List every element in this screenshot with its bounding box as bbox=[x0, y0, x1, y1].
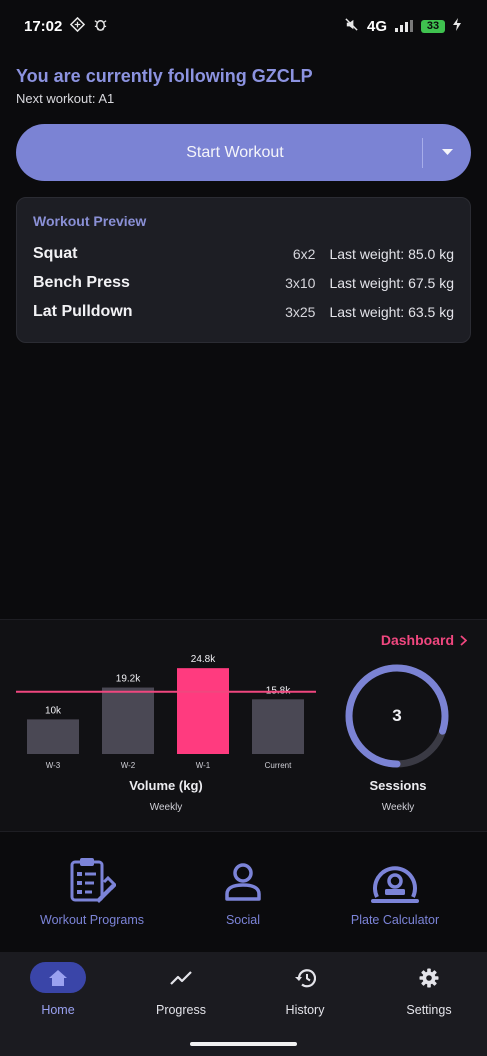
workout-preview-card: Workout Preview Squat 6x2 Last weight: 8… bbox=[16, 197, 471, 343]
signal-icon bbox=[395, 20, 413, 32]
stats-panel: Dashboard 10kW-319.2kW-224.8kW-115.8kCur… bbox=[0, 619, 487, 832]
sessions-subtitle: Weekly bbox=[381, 802, 415, 813]
social-label[interactable]: Social bbox=[226, 913, 260, 927]
nav-history[interactable]: History bbox=[255, 962, 355, 1017]
volume-bar[interactable] bbox=[102, 687, 154, 754]
nav-settings-label[interactable]: Settings bbox=[406, 1003, 451, 1017]
dashboard-link[interactable]: Dashboard bbox=[381, 632, 467, 648]
exercise-row: Bench Press 3x10 Last weight: 67.5 kg bbox=[33, 268, 454, 297]
status-time: 17:02 bbox=[24, 17, 63, 35]
exercise-row: Squat 6x2 Last weight: 85.0 kg bbox=[33, 239, 454, 268]
volume-bar[interactable] bbox=[252, 699, 304, 754]
nav-progress[interactable]: Progress bbox=[131, 962, 231, 1017]
caret-down-icon bbox=[441, 149, 453, 155]
bar-category-label: W-1 bbox=[196, 761, 211, 770]
bug-icon bbox=[93, 17, 108, 35]
gear-icon bbox=[401, 962, 457, 993]
bar-category-label: Current bbox=[265, 761, 292, 770]
volume-bar[interactable] bbox=[27, 719, 79, 754]
history-icon bbox=[277, 962, 333, 993]
exercise-last-weight: Last weight: 85.0 kg bbox=[329, 245, 454, 262]
start-workout-button[interactable]: Start Workout bbox=[16, 124, 471, 181]
nav-home-label[interactable]: Home bbox=[41, 1003, 74, 1017]
exercise-name: Bench Press bbox=[33, 273, 130, 291]
home-indicator[interactable] bbox=[190, 1042, 297, 1046]
nav-home[interactable]: Home bbox=[8, 962, 108, 1017]
exercise-name: Lat Pulldown bbox=[33, 302, 133, 320]
bar-category-label: W-3 bbox=[46, 761, 61, 770]
weight-icon bbox=[371, 855, 419, 907]
volume-chart-title: Volume (kg) bbox=[129, 778, 203, 793]
nav-settings[interactable]: Settings bbox=[379, 962, 479, 1017]
volume-chart-subtitle: Weekly bbox=[149, 802, 183, 813]
exercise-row: Lat Pulldown 3x25 Last weight: 63.5 kg bbox=[33, 297, 454, 326]
trend-icon bbox=[153, 962, 209, 993]
exercise-last-weight: Last weight: 67.5 kg bbox=[329, 274, 454, 291]
dashboard-label[interactable]: Dashboard bbox=[381, 632, 454, 648]
plate-calculator-label[interactable]: Plate Calculator bbox=[351, 913, 439, 927]
data-saver-icon bbox=[70, 16, 86, 35]
bar-value-label: 10k bbox=[45, 705, 62, 716]
shortcuts: Workout Programs Social Plate Calculator bbox=[0, 855, 487, 945]
start-workout-label[interactable]: Start Workout bbox=[16, 124, 422, 181]
status-bar: 17:02 4G 33 bbox=[0, 0, 487, 52]
exercise-scheme: 3x25 bbox=[285, 303, 316, 320]
workout-preview-title: Workout Preview bbox=[33, 213, 147, 229]
social-shortcut[interactable]: Social bbox=[168, 855, 318, 927]
exercise-last-weight: Last weight: 63.5 kg bbox=[329, 303, 454, 320]
exercise-name: Squat bbox=[33, 244, 78, 262]
volume-chart[interactable]: 10kW-319.2kW-224.8kW-115.8kCurrent bbox=[0, 620, 330, 780]
nav-progress-label[interactable]: Progress bbox=[156, 1003, 206, 1017]
plate-calculator-shortcut[interactable]: Plate Calculator bbox=[320, 855, 470, 927]
mute-icon bbox=[344, 17, 359, 35]
exercise-scheme: 6x2 bbox=[292, 245, 316, 262]
nav-history-label[interactable]: History bbox=[286, 1003, 325, 1017]
clipboard-icon bbox=[68, 855, 116, 907]
person-icon bbox=[223, 855, 263, 907]
battery-level: 33 bbox=[421, 19, 445, 33]
next-workout-label: Next workout: A1 bbox=[16, 91, 115, 106]
volume-bar[interactable] bbox=[177, 668, 229, 754]
sessions-ring[interactable]: 3 bbox=[345, 664, 449, 768]
workout-programs-shortcut[interactable]: Workout Programs bbox=[17, 855, 167, 927]
start-workout-dropdown[interactable] bbox=[423, 124, 471, 181]
charging-icon bbox=[453, 18, 461, 34]
workout-programs-label[interactable]: Workout Programs bbox=[40, 913, 144, 927]
exercise-scheme: 3x10 bbox=[285, 274, 316, 291]
program-title: You are currently following GZCLP bbox=[16, 66, 313, 86]
bar-category-label: W-2 bbox=[121, 761, 136, 770]
bar-value-label: 24.8k bbox=[191, 654, 216, 665]
chevron-right-icon bbox=[460, 634, 467, 646]
home-icon bbox=[30, 962, 86, 993]
sessions-title: Sessions bbox=[369, 778, 427, 793]
network-type: 4G bbox=[366, 17, 387, 35]
bar-value-label: 19.2k bbox=[116, 674, 141, 685]
bottom-nav: Home Progress History Settings bbox=[0, 952, 487, 1056]
sessions-count: 3 bbox=[392, 706, 402, 725]
